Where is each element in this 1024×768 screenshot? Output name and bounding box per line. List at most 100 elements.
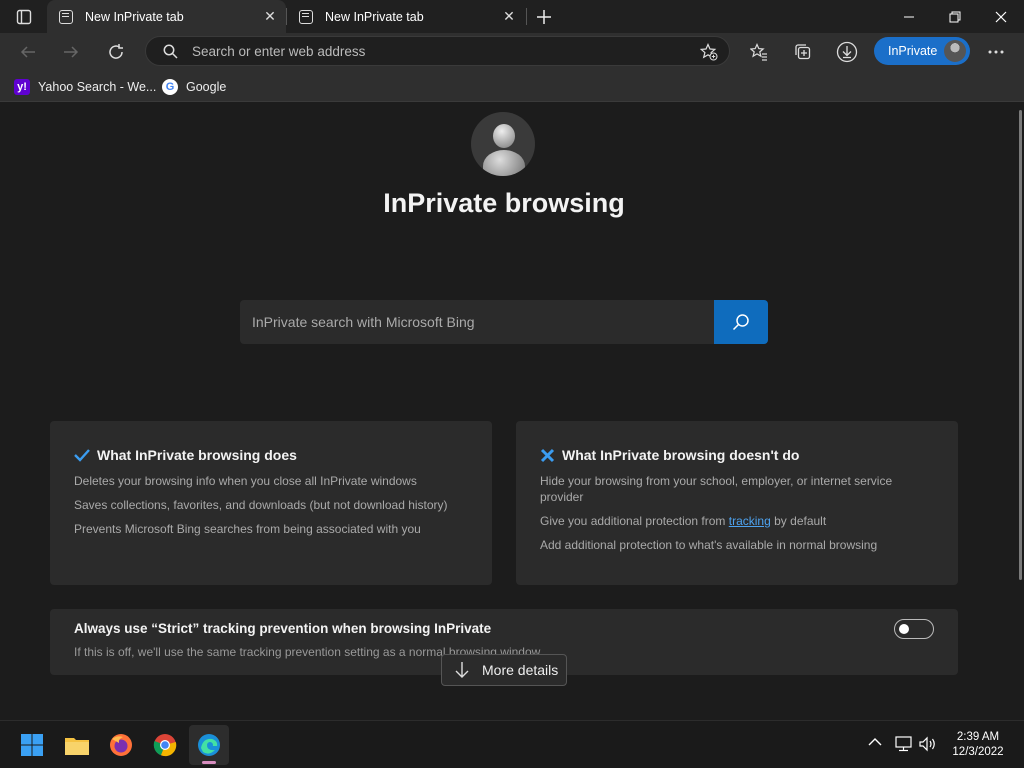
search-icon: [732, 314, 749, 331]
volume-icon: [919, 736, 935, 752]
close-window-button[interactable]: [978, 0, 1024, 33]
tab-actions-icon: [16, 9, 32, 24]
clock-date: 12/3/2022: [952, 746, 1004, 758]
restore-icon: [949, 11, 961, 22]
card-line: Deletes your browsing info when you clos…: [74, 474, 417, 488]
taskbar-chrome[interactable]: [145, 725, 185, 765]
profile-avatar-icon: [944, 40, 966, 62]
tab-title: New InPrivate tab: [325, 9, 424, 24]
strict-tracking-toggle[interactable]: [894, 619, 934, 639]
scrollbar-thumb[interactable]: [1019, 110, 1022, 580]
arrow-down-icon: [455, 662, 469, 678]
start-button[interactable]: [12, 725, 52, 765]
bing-search-button[interactable]: [714, 300, 768, 344]
inprivate-avatar: [471, 112, 535, 176]
bing-search-box[interactable]: [240, 300, 714, 344]
forward-button[interactable]: [55, 36, 87, 68]
card-line: Saves collections, favorites, and downlo…: [74, 498, 448, 512]
volume-status[interactable]: [919, 736, 937, 755]
system-clock[interactable]: 2:39 AM 12/3/2022: [946, 730, 1010, 760]
windows-start-icon: [21, 734, 43, 756]
address-input[interactable]: [192, 37, 672, 65]
card-title: What InPrivate browsing does: [74, 447, 297, 463]
favorite-yahoo[interactable]: y! Yahoo Search - We...: [14, 75, 156, 99]
card-title: What InPrivate browsing doesn't do: [540, 447, 799, 463]
network-icon: [895, 736, 912, 752]
network-status[interactable]: [895, 736, 913, 755]
card-line: Prevents Microsoft Bing searches from be…: [74, 522, 421, 536]
arrow-left-icon: [20, 46, 35, 58]
tab-inprivate-1[interactable]: New InPrivate tab ✕: [47, 0, 286, 33]
taskbar-file-explorer[interactable]: [57, 725, 97, 765]
more-details-label: More details: [482, 662, 559, 678]
google-icon: G: [162, 79, 178, 95]
settings-more-button[interactable]: [980, 36, 1012, 68]
favorite-star-add-icon[interactable]: [700, 43, 718, 61]
favorites-button[interactable]: [743, 36, 775, 68]
collections-button[interactable]: [787, 36, 819, 68]
favorite-label: Yahoo Search - We...: [38, 80, 157, 94]
minimize-icon: [904, 16, 914, 17]
inprivate-profile-button[interactable]: InPrivate: [874, 37, 970, 65]
card-line: Hide your browsing from your school, emp…: [540, 474, 893, 488]
bing-search-input[interactable]: [252, 300, 702, 344]
downloads-button[interactable]: [831, 36, 863, 68]
tab-inprivate-2[interactable]: New InPrivate tab ✕: [287, 0, 525, 33]
address-bar[interactable]: [145, 36, 730, 66]
close-icon: [995, 11, 1007, 22]
card-line: Add additional protection to what's avai…: [540, 538, 878, 552]
x-mark-icon: [540, 448, 555, 462]
favorites-icon: [750, 43, 767, 61]
show-hidden-icons-button[interactable]: [868, 735, 882, 750]
card-what-inprivate-does: What InPrivate browsing does Deletes you…: [50, 421, 492, 585]
close-tab-icon[interactable]: ✕: [501, 8, 517, 24]
tab-bar: New InPrivate tab ✕ New InPrivate tab ✕: [0, 0, 1024, 33]
close-tab-icon[interactable]: ✕: [262, 8, 278, 24]
arrow-right-icon: [64, 46, 79, 58]
inprivate-label: InPrivate: [888, 44, 938, 58]
plus-icon: [537, 9, 551, 24]
card-line-text: Give you additional protection from: [540, 514, 729, 528]
tab-title: New InPrivate tab: [85, 9, 184, 24]
favorite-label: Google: [186, 80, 227, 94]
card-line-text: by default: [770, 514, 827, 528]
yahoo-icon: y!: [14, 79, 30, 95]
restore-button[interactable]: [932, 0, 978, 33]
active-app-indicator: [202, 761, 216, 764]
folder-icon: [65, 738, 89, 755]
taskbar-firefox[interactable]: [101, 725, 141, 765]
inprivate-tab-icon: [59, 9, 73, 24]
clock-time: 2:39 AM: [956, 731, 1000, 743]
back-button[interactable]: [12, 36, 44, 68]
search-icon: [163, 44, 178, 59]
more-details-button[interactable]: More details: [441, 654, 567, 686]
tracking-link[interactable]: tracking: [729, 514, 771, 528]
collections-icon: [795, 44, 811, 60]
minimize-button[interactable]: [886, 0, 932, 33]
taskbar: 2:39 AM 12/3/2022: [0, 720, 1024, 768]
more-dots-icon: [988, 50, 1004, 54]
toolbar: InPrivate: [0, 33, 1024, 71]
card-title-text: What InPrivate browsing does: [97, 447, 297, 463]
refresh-icon: [109, 44, 123, 59]
refresh-button[interactable]: [100, 36, 132, 68]
tab-actions-button[interactable]: [8, 0, 40, 33]
taskbar-edge[interactable]: [189, 725, 229, 765]
new-tab-button[interactable]: [528, 0, 560, 33]
chrome-icon: [153, 734, 177, 757]
card-line: Give you additional protection from trac…: [540, 513, 826, 529]
inprivate-tab-icon: [299, 9, 313, 24]
card-line: provider: [540, 490, 584, 504]
chevron-up-icon: [868, 738, 882, 746]
firefox-icon: [110, 734, 132, 756]
tab-divider: [526, 8, 527, 25]
favorites-bar: y! Yahoo Search - We... G Google: [0, 71, 1024, 102]
card-title-text: What InPrivate browsing doesn't do: [562, 447, 800, 463]
favorite-google[interactable]: G Google: [162, 75, 226, 99]
edge-icon: [198, 734, 220, 756]
card-what-inprivate-doesnt-do: What InPrivate browsing doesn't do Hide …: [516, 421, 958, 585]
strict-tracking-title: Always use “Strict” tracking prevention …: [74, 621, 492, 636]
page-title: InPrivate browsing: [383, 188, 625, 218]
download-icon: [836, 41, 858, 63]
checkmark-icon: [74, 449, 90, 462]
